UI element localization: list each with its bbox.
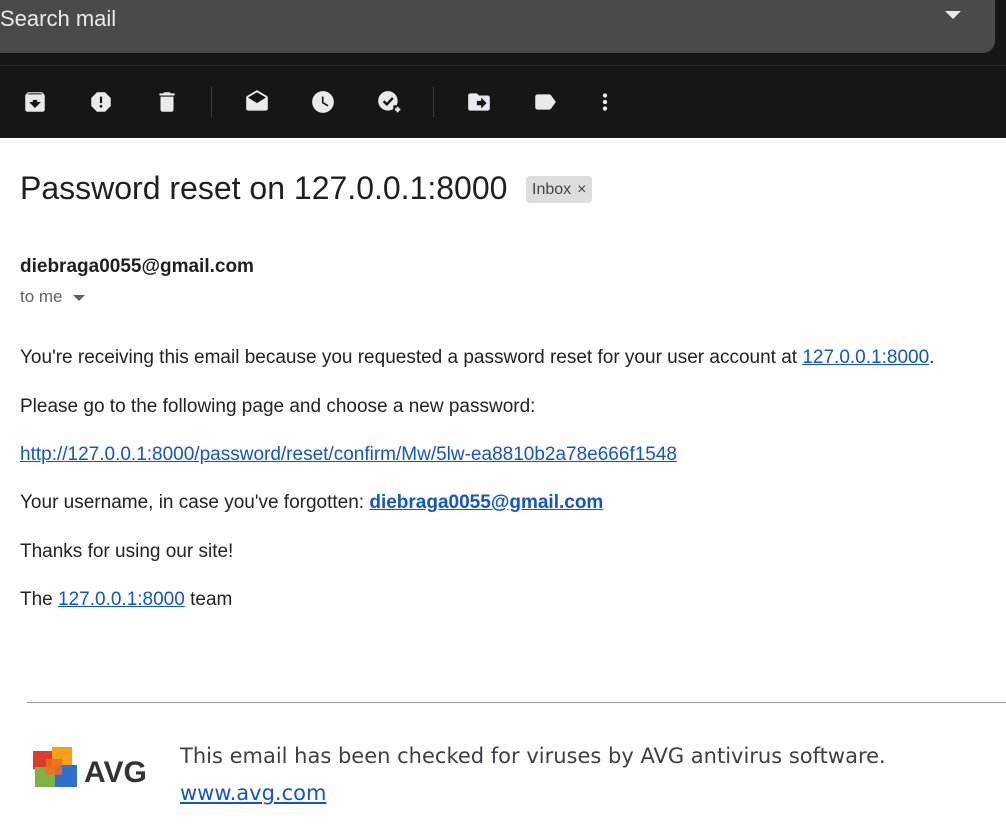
move-to-icon[interactable] — [465, 88, 493, 116]
signature-divider — [27, 702, 1006, 703]
avg-logo: AVG — [33, 747, 147, 789]
username-link[interactable]: diebraga0055@gmail.com — [369, 492, 603, 513]
avg-website-link[interactable]: www.avg.com — [180, 781, 326, 805]
search-bar[interactable]: Search mail — [0, 0, 995, 53]
site-link[interactable]: 127.0.0.1:8000 — [58, 589, 185, 610]
report-spam-icon[interactable] — [87, 88, 115, 116]
avg-logo-text: AVG — [84, 756, 147, 789]
top-bar: Search mail — [0, 0, 1006, 138]
label-icon[interactable] — [531, 88, 559, 116]
toolbar-separator — [433, 87, 434, 117]
archive-icon[interactable] — [21, 88, 49, 116]
search-input[interactable]: Search mail — [0, 6, 116, 32]
body-line-2: Please go to the following page and choo… — [20, 396, 536, 417]
body-line-3: http://127.0.0.1:8000/password/reset/con… — [20, 444, 677, 466]
body-line-1: You're receiving this email because you … — [20, 347, 935, 368]
avg-link-text[interactable]: www.avg.com — [180, 781, 326, 805]
body-line-6: The 127.0.0.1:8000 team — [20, 589, 233, 610]
antivirus-notice: This email has been checked for viruses … — [180, 744, 886, 768]
more-options-icon[interactable] — [591, 88, 619, 116]
inbox-label-chip[interactable]: Inbox × — [526, 176, 593, 203]
chevron-down-icon[interactable] — [72, 295, 85, 301]
reset-password-link[interactable]: http://127.0.0.1:8000/password/reset/con… — [20, 444, 677, 465]
sender-address[interactable]: diebraga0055@gmail.com — [20, 256, 254, 278]
body-line-5: Thanks for using our site! — [20, 541, 234, 562]
remove-label-icon[interactable]: × — [577, 181, 586, 199]
label-text: Inbox — [532, 180, 572, 198]
site-link[interactable]: 127.0.0.1:8000 — [802, 347, 929, 368]
toolbar-separator — [211, 87, 212, 117]
body-line-4: Your username, in case you've forgotten:… — [20, 492, 604, 513]
recipient-text: to me — [20, 287, 63, 306]
email-subject: Password reset on 127.0.0.1:8000 — [20, 170, 508, 206]
recipient-details-toggle[interactable]: to me — [20, 287, 85, 307]
add-to-tasks-icon[interactable] — [375, 88, 403, 116]
mark-unread-icon[interactable] — [243, 88, 271, 116]
delete-icon[interactable] — [153, 88, 181, 116]
snooze-icon[interactable] — [309, 88, 337, 116]
search-options-icon[interactable] — [945, 11, 961, 19]
toolbar-divider — [0, 65, 1006, 66]
